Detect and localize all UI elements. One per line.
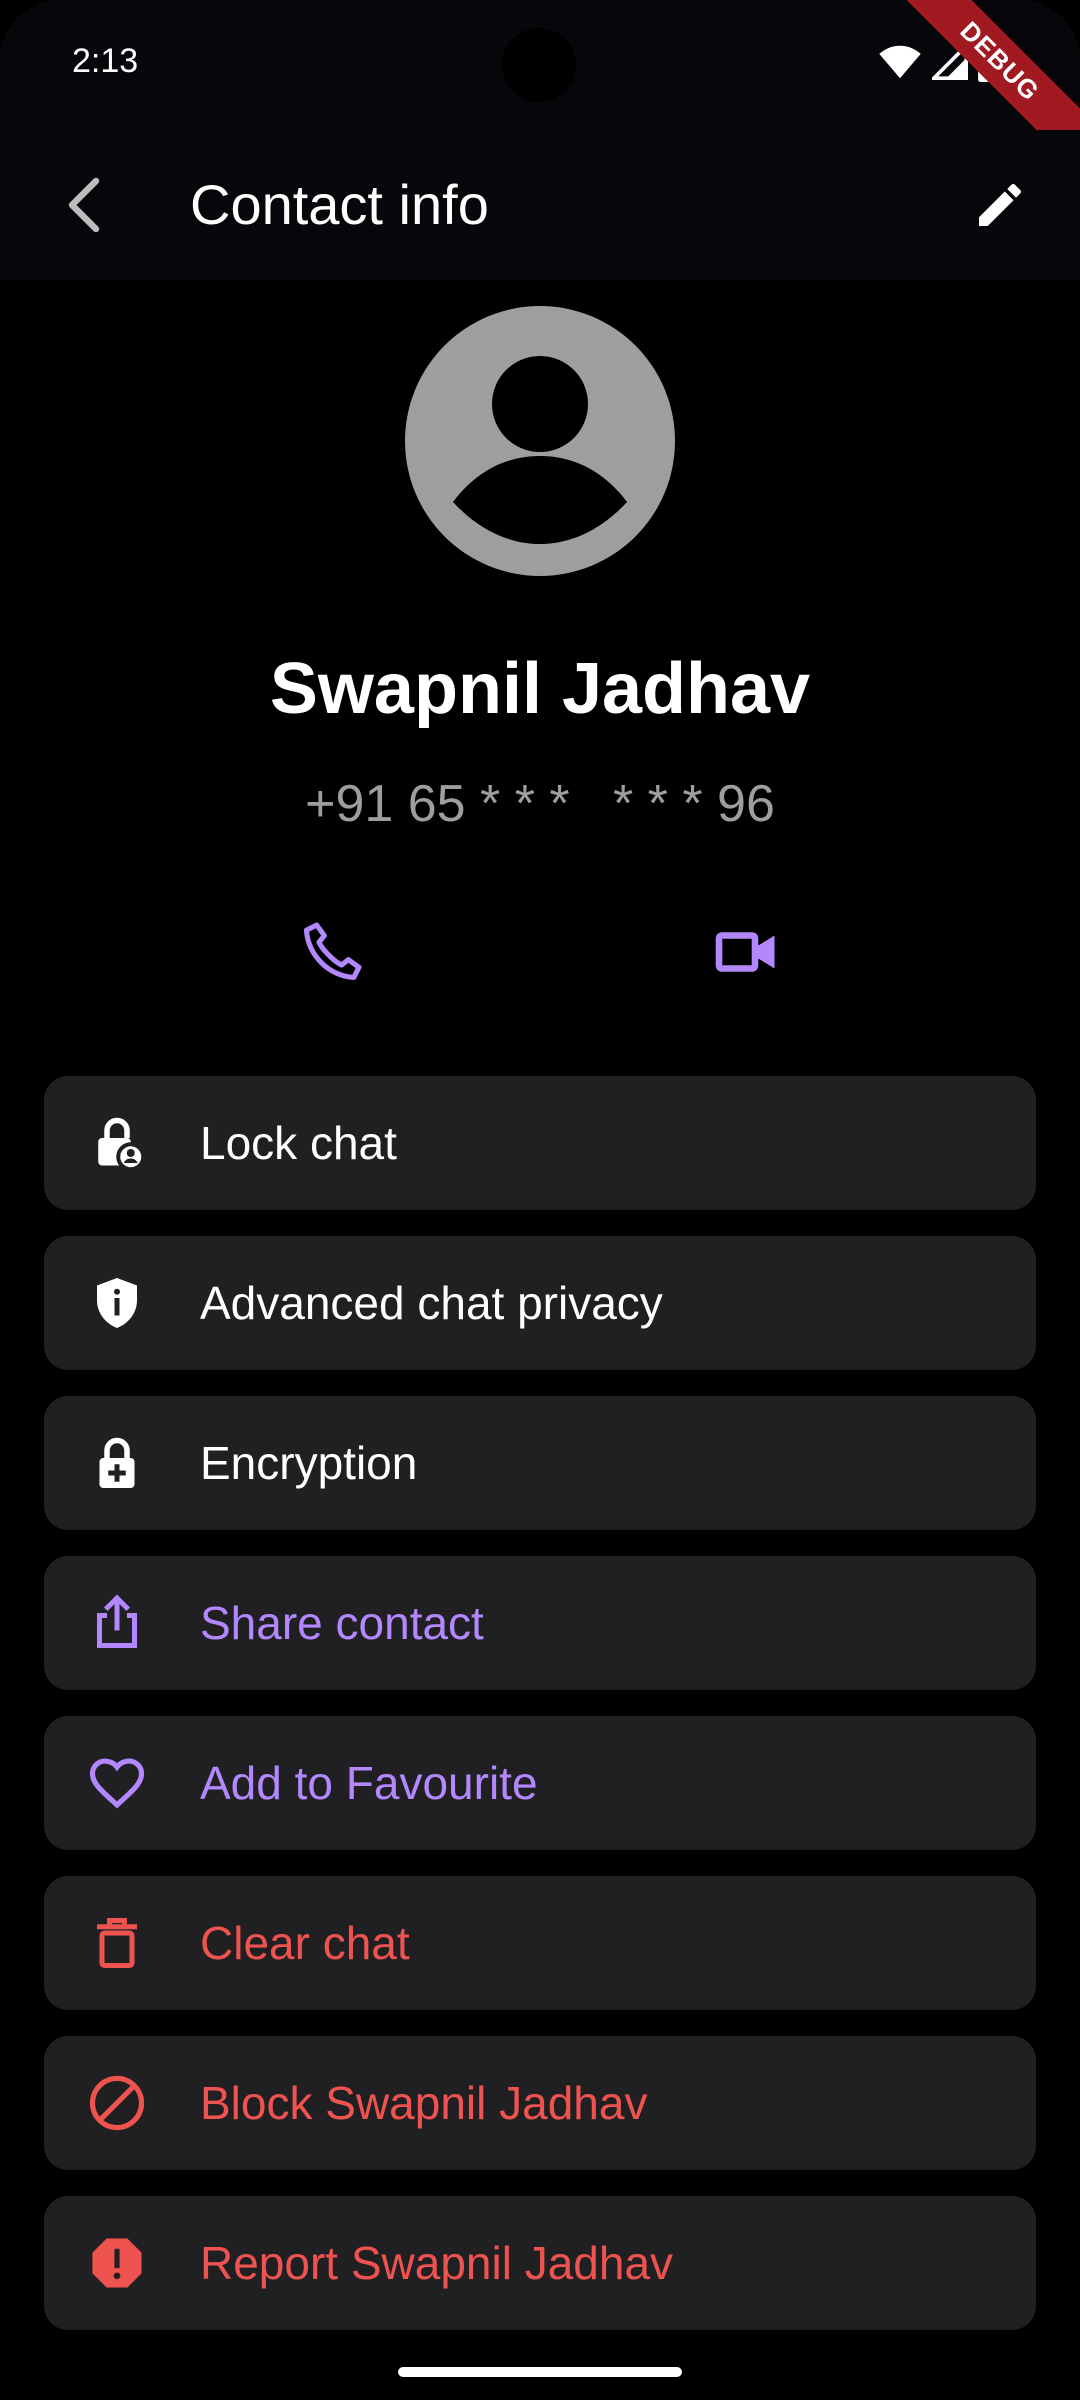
chevron-left-icon <box>68 177 100 233</box>
block-icon <box>84 2070 150 2136</box>
block-contact-option[interactable]: Block Swapnil Jadhav <box>44 2036 1036 2170</box>
clear-chat-option[interactable]: Clear chat <box>44 1876 1036 2010</box>
lock-person-icon <box>84 1110 150 1176</box>
status-time: 2:13 <box>72 42 139 80</box>
video-camera-icon <box>715 932 775 972</box>
encryption-option[interactable]: Encryption <box>44 1396 1036 1530</box>
option-label: Lock chat <box>200 1117 397 1169</box>
option-label: Clear chat <box>200 1917 410 1969</box>
voice-call-button[interactable] <box>290 910 374 994</box>
shield-info-icon <box>84 1270 150 1336</box>
option-label: Advanced chat privacy <box>200 1277 663 1329</box>
share-contact-option[interactable]: Share contact <box>44 1556 1036 1690</box>
app-bar: Contact info <box>0 130 1080 280</box>
wifi-icon <box>879 45 921 79</box>
phone-icon <box>303 922 362 981</box>
lock-plus-icon <box>84 1430 150 1496</box>
option-label: Block Swapnil Jadhav <box>200 2077 648 2129</box>
option-label: Share contact <box>200 1597 484 1649</box>
options-list: Lock chat Advanced chat privacy Encrypti… <box>44 1076 1036 2356</box>
edit-contact-button[interactable] <box>960 165 1040 245</box>
pencil-icon <box>979 183 1022 226</box>
add-to-favourite-option[interactable]: Add to Favourite <box>44 1716 1036 1850</box>
report-icon <box>84 2230 150 2296</box>
video-call-button[interactable] <box>704 910 788 994</box>
avatar <box>405 306 675 576</box>
option-label: Report Swapnil Jadhav <box>200 2237 674 2289</box>
option-label: Encryption <box>200 1437 418 1489</box>
lock-chat-option[interactable]: Lock chat <box>44 1076 1036 1210</box>
trash-icon <box>84 1910 150 1976</box>
share-icon <box>84 1590 150 1656</box>
advanced-chat-privacy-option[interactable]: Advanced chat privacy <box>44 1236 1036 1370</box>
page-title: Contact info <box>190 173 489 236</box>
home-indicator[interactable] <box>398 2367 682 2377</box>
contact-phone: +91 65 * * * * * * 96 <box>305 775 775 833</box>
option-label: Add to Favourite <box>200 1757 538 1809</box>
report-contact-option[interactable]: Report Swapnil Jadhav <box>44 2196 1036 2330</box>
status-bar: 2:13 DEBUG <box>0 0 1080 184</box>
heart-icon <box>84 1750 150 1816</box>
contact-name: Swapnil Jadhav <box>269 649 811 729</box>
person-icon <box>405 306 675 576</box>
camera-cutout <box>502 28 576 102</box>
back-button[interactable] <box>44 165 124 245</box>
